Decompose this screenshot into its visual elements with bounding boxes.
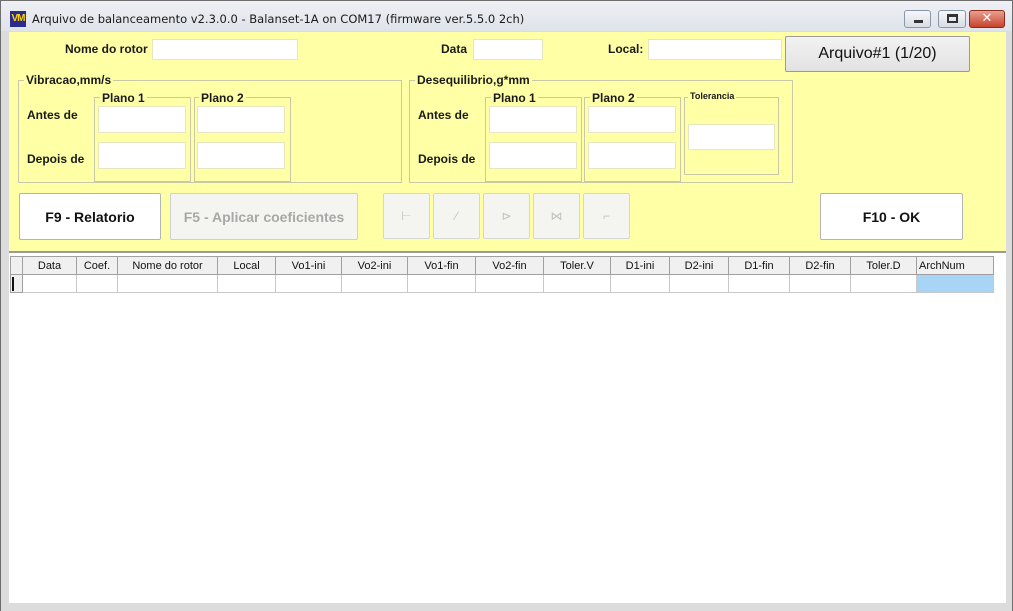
nav-first-button[interactable]: ⊢ xyxy=(383,193,430,239)
column-header[interactable]: D2-ini xyxy=(669,256,729,275)
table-cell[interactable] xyxy=(117,274,218,293)
header-indicator xyxy=(10,256,23,275)
imbalance-plane1-label: Plano 1 xyxy=(491,91,538,105)
vibration-plane1-label: Plano 1 xyxy=(100,91,147,105)
local-input[interactable] xyxy=(648,39,782,60)
nav-refresh-icon: ⌐ xyxy=(602,209,610,223)
table-cell[interactable] xyxy=(275,274,342,293)
rotor-name-label: Nome do rotor xyxy=(65,42,148,56)
nav-last-icon: ⋈ xyxy=(550,209,563,223)
records-grid[interactable]: Data Coef. Nome do rotor Local Vo1-ini V… xyxy=(9,251,1006,603)
table-cell[interactable] xyxy=(669,274,729,293)
column-header[interactable]: Data xyxy=(22,256,77,275)
date-input[interactable] xyxy=(473,39,543,60)
records-table: Data Coef. Nome do rotor Local Vo1-ini V… xyxy=(10,256,994,293)
imbalance-after-label: Depois de xyxy=(418,152,476,166)
imb-p2-before-field xyxy=(588,106,676,133)
table-cell[interactable] xyxy=(728,274,790,293)
imb-p2-after-field xyxy=(588,142,676,169)
nav-refresh-button[interactable]: ⌐ xyxy=(583,193,630,239)
report-button[interactable]: F9 - Relatorio xyxy=(19,193,161,240)
imbalance-before-label: Antes de xyxy=(418,108,469,122)
imbalance-group-title: Desequilibrio,g*mm xyxy=(415,73,532,87)
nav-last-button[interactable]: ⋈ xyxy=(533,193,580,239)
vibration-group-title: Vibracao,mm/s xyxy=(24,73,114,87)
nav-prev-button[interactable]: ⁄ xyxy=(433,193,480,239)
vib-p2-before-field xyxy=(197,106,285,133)
file-select-button[interactable]: Arquivo#1 (1/20) xyxy=(785,36,970,72)
imb-p1-after-field xyxy=(489,142,577,169)
nav-prev-icon: ⁄ xyxy=(455,209,458,223)
rotor-name-input[interactable] xyxy=(152,39,298,60)
minimize-button[interactable] xyxy=(904,10,931,28)
vibration-plane2-label: Plano 2 xyxy=(199,91,246,105)
maximize-icon xyxy=(947,14,958,23)
app-window: VM Arquivo de balanceamento v2.3.0.0 - B… xyxy=(0,0,1013,611)
column-header[interactable]: Vo1-ini xyxy=(275,256,342,275)
vib-p2-after-field xyxy=(197,142,285,169)
maximize-button[interactable] xyxy=(938,10,966,28)
nav-first-icon: ⊢ xyxy=(401,209,412,223)
imb-p1-before-field xyxy=(489,106,577,133)
column-header[interactable]: ArchNum xyxy=(916,256,994,275)
column-header[interactable]: Vo2-ini xyxy=(341,256,408,275)
selected-cell[interactable] xyxy=(916,274,994,293)
tolerance-label: Tolerancia xyxy=(688,91,737,101)
ok-button[interactable]: F10 - OK xyxy=(820,193,963,240)
table-cell[interactable] xyxy=(610,274,670,293)
form-panel: Nome do rotor Data Local: Arquivo#1 (1/2… xyxy=(9,32,1006,251)
window-bottom-border xyxy=(1,604,1012,611)
table-cell[interactable] xyxy=(22,274,77,293)
table-cell[interactable] xyxy=(217,274,276,293)
column-header[interactable]: Toler.V xyxy=(543,256,611,275)
table-cell[interactable] xyxy=(543,274,611,293)
minimize-icon xyxy=(914,20,923,23)
column-header[interactable]: Local xyxy=(217,256,276,275)
table-cell[interactable] xyxy=(341,274,408,293)
column-header[interactable]: Vo2-fin xyxy=(475,256,544,275)
tolerance-field xyxy=(688,124,775,150)
table-cell[interactable] xyxy=(76,274,118,293)
close-button[interactable]: ✕ xyxy=(969,10,1005,28)
local-label: Local: xyxy=(608,42,644,56)
title-bar[interactable]: VM Arquivo de balanceamento v2.3.0.0 - B… xyxy=(1,1,1012,31)
vib-p1-after-field xyxy=(98,142,186,169)
table-row[interactable] xyxy=(10,274,994,293)
imbalance-plane2-label: Plano 2 xyxy=(590,91,637,105)
table-cell[interactable] xyxy=(475,274,544,293)
window-title: Arquivo de balanceamento v2.3.0.0 - Bala… xyxy=(32,12,525,26)
column-header[interactable]: D2-fin xyxy=(789,256,851,275)
column-header[interactable]: D1-fin xyxy=(728,256,790,275)
date-label: Data xyxy=(441,42,468,56)
column-header[interactable]: Toler.D xyxy=(850,256,917,275)
vibration-after-label: Depois de xyxy=(27,152,85,166)
table-cell[interactable] xyxy=(789,274,851,293)
nav-next-button[interactable]: ⊳ xyxy=(483,193,530,239)
table-cell[interactable] xyxy=(407,274,476,293)
column-header[interactable]: D1-ini xyxy=(610,256,670,275)
table-cell[interactable] xyxy=(850,274,917,293)
column-header[interactable]: Nome do rotor xyxy=(117,256,218,275)
row-cursor-icon xyxy=(12,277,14,291)
row-indicator[interactable] xyxy=(10,274,23,293)
column-header[interactable]: Coef. xyxy=(76,256,118,275)
close-icon: ✕ xyxy=(981,11,993,26)
nav-next-icon: ⊳ xyxy=(501,209,512,223)
vib-p1-before-field xyxy=(98,106,186,133)
apply-coefficients-button[interactable]: F5 - Aplicar coeficientes xyxy=(170,193,358,240)
vibration-before-label: Antes de xyxy=(27,108,78,122)
column-header[interactable]: Vo1-fin xyxy=(407,256,476,275)
app-logo-icon: VM xyxy=(10,11,26,27)
table-header-row: Data Coef. Nome do rotor Local Vo1-ini V… xyxy=(10,256,994,275)
